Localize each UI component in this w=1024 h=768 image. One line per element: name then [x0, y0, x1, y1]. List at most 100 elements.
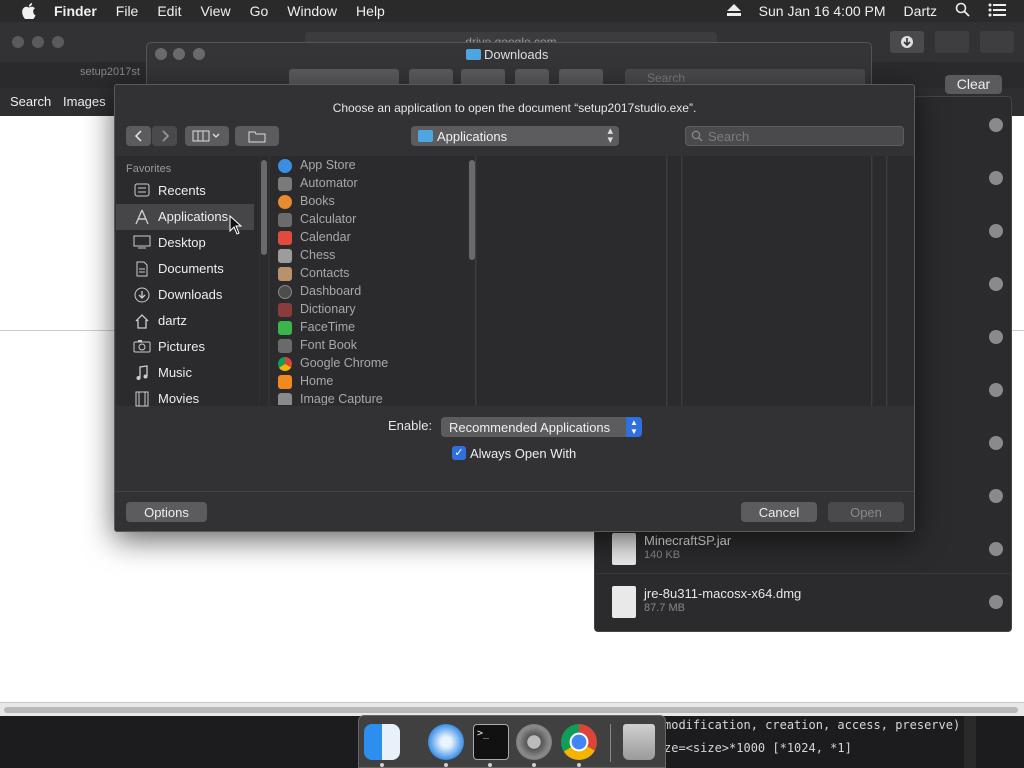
- app-label: FaceTime: [300, 320, 356, 334]
- menu-edit[interactable]: Edit: [157, 3, 181, 19]
- sidebar: Favorites Recents Applications Desktop D…: [116, 156, 259, 407]
- trash-icon[interactable]: [623, 724, 655, 760]
- reveal-in-finder-icon[interactable]: [989, 383, 1003, 397]
- browser-tab[interactable]: setup2017st: [80, 66, 140, 78]
- new-folder-button[interactable]: [235, 126, 279, 146]
- app-list-item[interactable]: Dictionary: [276, 301, 466, 319]
- finder-icon[interactable]: [364, 724, 400, 760]
- reveal-in-finder-icon[interactable]: [989, 277, 1003, 291]
- app-list-item[interactable]: Books: [276, 193, 466, 211]
- menu-help[interactable]: Help: [356, 3, 385, 19]
- app-list-item[interactable]: App Store: [276, 157, 466, 175]
- chevron-left-icon: [134, 130, 142, 142]
- reveal-in-finder-icon[interactable]: [989, 224, 1003, 238]
- folder-icon: [466, 49, 481, 60]
- app-label: Calculator: [300, 212, 357, 226]
- app-list-item[interactable]: Google Chrome: [276, 355, 466, 373]
- app-label: Dictionary: [300, 302, 356, 316]
- reveal-in-finder-icon[interactable]: [989, 542, 1003, 556]
- location-popup[interactable]: Applications ▴ ▾: [411, 126, 619, 146]
- app-list-item[interactable]: FaceTime: [276, 319, 466, 337]
- app-list-item[interactable]: Calendar: [276, 229, 466, 247]
- open-button[interactable]: Open: [828, 502, 904, 522]
- facetime-icon: [278, 321, 292, 335]
- page-nav-search-link[interactable]: Search: [10, 94, 51, 109]
- finder-zoom-button[interactable]: [193, 48, 205, 60]
- dialog-search-input[interactable]: [708, 128, 868, 144]
- app-list-item[interactable]: Home: [276, 373, 466, 391]
- sidebar-scrollbar[interactable]: [260, 156, 268, 406]
- image-capture-icon: [278, 393, 292, 405]
- app-list-item[interactable]: Dashboard: [276, 283, 466, 301]
- reveal-in-finder-icon[interactable]: [989, 489, 1003, 503]
- sidebar-item-home[interactable]: dartz: [116, 308, 254, 334]
- browser-zoom-button[interactable]: [52, 36, 64, 48]
- automator-icon: [278, 177, 292, 191]
- sidebar-item-downloads[interactable]: Downloads: [116, 282, 254, 308]
- menu-go[interactable]: Go: [250, 3, 269, 19]
- reveal-in-finder-icon[interactable]: [989, 330, 1003, 344]
- app-list-item[interactable]: Image Capture: [276, 391, 466, 405]
- reveal-in-finder-icon[interactable]: [989, 436, 1003, 450]
- menu-view[interactable]: View: [200, 3, 230, 19]
- sidebar-item-music[interactable]: Music: [116, 360, 254, 386]
- sidebar-item-documents[interactable]: Documents: [116, 256, 254, 282]
- downloads-icon: [133, 287, 151, 303]
- applications-column-scrollbar[interactable]: [468, 156, 476, 406]
- finder-minimize-button[interactable]: [173, 48, 185, 60]
- terminal-icon[interactable]: >_: [473, 724, 509, 760]
- sidebar-item-recents[interactable]: Recents: [116, 178, 254, 204]
- app-label: Image Capture: [300, 392, 383, 405]
- chevron-updown-icon: ▴ ▾: [607, 125, 613, 146]
- options-button[interactable]: Options: [126, 502, 207, 522]
- enable-popup[interactable]: Recommended Applications ▲ ▼: [441, 417, 642, 437]
- system-preferences-icon[interactable]: [516, 724, 552, 760]
- always-open-with-label[interactable]: Always Open With: [470, 446, 576, 461]
- new-folder-icon: [248, 131, 266, 142]
- cancel-button[interactable]: Cancel: [741, 502, 817, 522]
- app-list-item[interactable]: Font Book: [276, 337, 466, 355]
- forward-button[interactable]: [152, 126, 177, 146]
- sidebar-item-movies[interactable]: Movies: [116, 386, 254, 412]
- eject-icon[interactable]: [726, 3, 741, 19]
- clear-downloads-button[interactable]: Clear: [945, 75, 1002, 94]
- user-name[interactable]: Dartz: [904, 3, 937, 19]
- calculator-icon: [278, 213, 292, 227]
- app-list-item[interactable]: Chess: [276, 247, 466, 265]
- browser-close-button[interactable]: [12, 36, 24, 48]
- sidebar-item-pictures[interactable]: Pictures: [116, 334, 254, 360]
- reveal-in-finder-icon[interactable]: [989, 118, 1003, 132]
- recents-icon: [133, 183, 151, 199]
- reveal-in-finder-icon[interactable]: [989, 595, 1003, 609]
- spotlight-icon[interactable]: [955, 2, 970, 20]
- menu-file[interactable]: File: [116, 3, 139, 19]
- sidebar-item-label: Desktop: [158, 235, 206, 250]
- dialog-search-field[interactable]: [685, 126, 904, 146]
- finder-close-button[interactable]: [155, 48, 167, 60]
- finder-window-title: Downloads: [484, 47, 549, 62]
- terminal-scrollbar[interactable]: [964, 716, 976, 768]
- clock[interactable]: Sun Jan 16 4:00 PM: [759, 3, 886, 19]
- page-nav-images-link[interactable]: Images: [63, 94, 106, 109]
- app-list-item[interactable]: Calculator: [276, 211, 466, 229]
- browser-tabs-button[interactable]: [980, 31, 1014, 53]
- running-indicator: [444, 763, 448, 767]
- view-options-button[interactable]: [185, 126, 229, 146]
- menu-app-name[interactable]: Finder: [54, 3, 97, 19]
- always-open-with-checkbox[interactable]: ✓: [452, 446, 466, 460]
- browser-horizontal-scrollbar[interactable]: [0, 702, 1024, 716]
- browser-downloads-button[interactable]: [890, 31, 924, 53]
- browser-share-button[interactable]: [935, 31, 969, 53]
- menu-window[interactable]: Window: [287, 3, 337, 19]
- browser-minimize-button[interactable]: [32, 36, 44, 48]
- app-list-item[interactable]: Automator: [276, 175, 466, 193]
- sidebar-item-label: Movies: [158, 391, 200, 406]
- notification-center-icon[interactable]: [988, 3, 1006, 20]
- reveal-in-finder-icon[interactable]: [989, 171, 1003, 185]
- safari-icon[interactable]: [428, 724, 464, 760]
- apple-menu-icon[interactable]: [18, 0, 40, 22]
- back-button[interactable]: [126, 126, 151, 146]
- app-list-item[interactable]: Contacts: [276, 265, 466, 283]
- chrome-icon[interactable]: [561, 724, 597, 760]
- enable-popup-value: Recommended Applications: [449, 420, 611, 435]
